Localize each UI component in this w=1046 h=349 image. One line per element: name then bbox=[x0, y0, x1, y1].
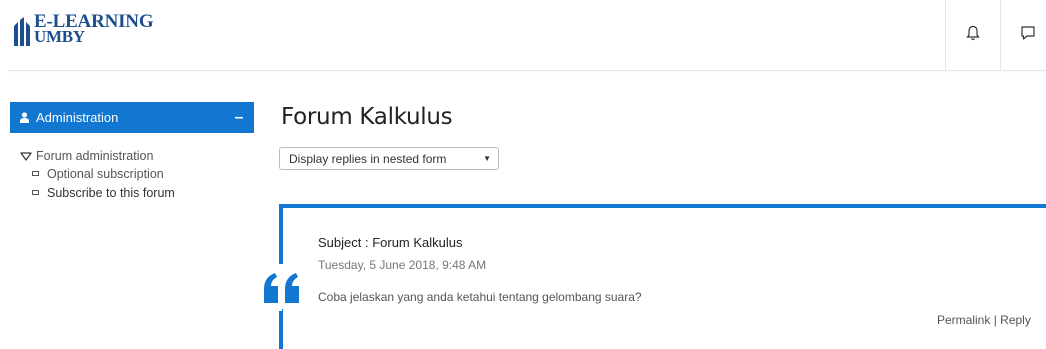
header-divider bbox=[8, 70, 1046, 71]
notifications-button[interactable] bbox=[945, 0, 1000, 70]
user-icon bbox=[20, 112, 29, 123]
display-mode-value: Display replies in nested form bbox=[289, 151, 447, 166]
post-subject: Subject : Forum Kalkulus bbox=[318, 235, 463, 250]
bell-icon bbox=[966, 25, 980, 46]
messages-button[interactable] bbox=[1000, 0, 1046, 70]
administration-block-header: Administration – bbox=[10, 102, 254, 133]
post-top-border bbox=[279, 204, 1046, 208]
logo-text: E-LEARNING UMBY bbox=[34, 12, 154, 45]
post-left-border bbox=[279, 204, 283, 264]
triangle-down-icon bbox=[20, 151, 32, 161]
page-title: Forum Kalkulus bbox=[281, 104, 453, 130]
tree-item-label: Subscribe to this forum bbox=[47, 185, 175, 200]
tree-item-label: Optional subscription bbox=[47, 166, 164, 181]
quote-icon bbox=[261, 265, 305, 311]
actions-separator: | bbox=[990, 313, 1001, 327]
logo-emblem-icon bbox=[12, 16, 32, 48]
display-mode-select[interactable]: Display replies in nested form ▼ bbox=[279, 147, 499, 170]
post-date: Tuesday, 5 June 2018, 9:48 AM bbox=[318, 258, 487, 272]
tree-root-label: Forum administration bbox=[36, 149, 154, 163]
message-icon bbox=[1020, 25, 1036, 46]
dropdown-caret-icon: ▼ bbox=[483, 154, 491, 163]
reply-link[interactable]: Reply bbox=[1000, 313, 1031, 327]
tree-item-optional-subscription[interactable]: Optional subscription bbox=[20, 164, 175, 183]
forum-post bbox=[279, 204, 1046, 349]
admin-tree: Forum administration Optional subscripti… bbox=[20, 148, 175, 202]
permalink-link[interactable]: Permalink bbox=[937, 313, 990, 327]
tree-item-subscribe-forum[interactable]: Subscribe to this forum bbox=[20, 183, 175, 202]
tree-item-forum-administration[interactable]: Forum administration bbox=[20, 148, 175, 164]
post-actions: Permalink | Reply bbox=[937, 313, 1031, 327]
post-message: Coba jelaskan yang anda ketahui tentang … bbox=[318, 290, 642, 304]
administration-title: Administration bbox=[36, 110, 119, 125]
top-navbar: E-LEARNING UMBY bbox=[0, 0, 1046, 71]
post-left-border-lower bbox=[279, 309, 283, 349]
site-logo[interactable]: E-LEARNING UMBY bbox=[12, 12, 154, 48]
collapse-block-button[interactable]: – bbox=[224, 109, 254, 127]
bullet-icon bbox=[32, 190, 39, 195]
bullet-icon bbox=[32, 171, 39, 176]
